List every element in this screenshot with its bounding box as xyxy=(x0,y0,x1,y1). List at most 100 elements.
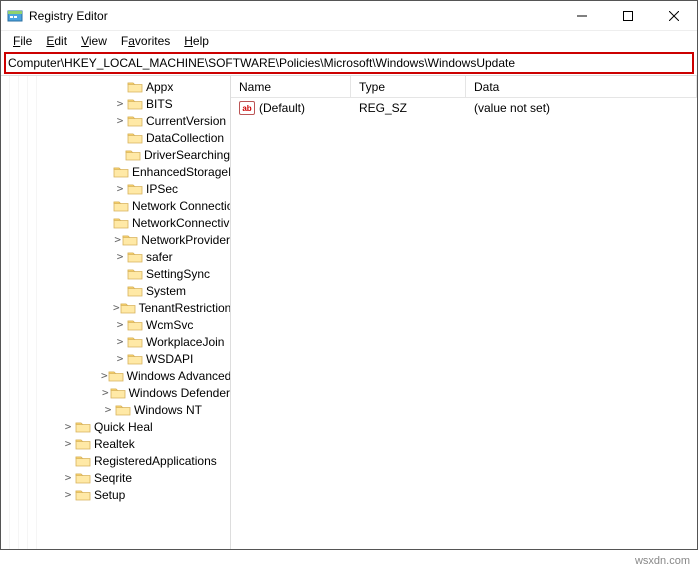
watermark: wsxdn.com xyxy=(635,555,690,567)
column-type[interactable]: Type xyxy=(351,76,466,97)
folder-icon xyxy=(110,386,126,400)
column-name[interactable]: Name xyxy=(231,76,351,97)
expand-icon[interactable]: > xyxy=(61,420,75,433)
tree-item[interactable]: System xyxy=(1,282,230,299)
tree-item-label: TenantRestrictions xyxy=(139,301,231,315)
folder-icon xyxy=(127,267,143,281)
tree-item[interactable]: EnhancedStorageDevices xyxy=(1,163,230,180)
menu-view[interactable]: View xyxy=(75,32,113,50)
expand-icon[interactable]: > xyxy=(101,386,110,399)
window-title: Registry Editor xyxy=(29,9,559,23)
tree-item[interactable]: > WcmSvc xyxy=(1,316,230,333)
tree-item[interactable]: >Quick Heal xyxy=(1,418,230,435)
tree-item[interactable]: >safer xyxy=(1,248,230,265)
tree-item[interactable]: > TenantRestrictions xyxy=(1,299,230,316)
column-data[interactable]: Data xyxy=(466,76,697,97)
tree-item[interactable]: > Realtek xyxy=(1,435,230,452)
expand-icon[interactable]: > xyxy=(113,250,127,263)
close-button[interactable] xyxy=(651,1,697,31)
tree-item-label: Network Connections xyxy=(132,199,231,213)
expand-icon[interactable]: > xyxy=(61,488,75,501)
tree-item[interactable]: >Setup xyxy=(1,486,230,503)
expand-icon[interactable]: > xyxy=(101,403,115,416)
tree-item-label: BITS xyxy=(146,97,173,111)
menu-help[interactable]: Help xyxy=(178,32,215,50)
content-area: Appx > BITS > CurrentVersion DataCollectionDr… xyxy=(1,75,697,549)
tree-item[interactable]: >Windows Defender xyxy=(1,384,230,401)
tree-item[interactable]: Network Connections xyxy=(1,197,230,214)
folder-icon xyxy=(127,97,143,111)
tree-item[interactable]: > Seqrite xyxy=(1,469,230,486)
expand-icon[interactable]: > xyxy=(101,369,108,382)
expand-icon[interactable]: > xyxy=(113,97,127,110)
folder-icon xyxy=(108,369,124,383)
folder-icon xyxy=(127,250,143,264)
tree-item-label: Seqrite xyxy=(94,471,132,485)
expand-icon[interactable]: > xyxy=(61,437,75,450)
expand-icon[interactable]: > xyxy=(113,335,127,348)
tree-item[interactable]: > CurrentVersion xyxy=(1,112,230,129)
maximize-button[interactable] xyxy=(605,1,651,31)
tree-item[interactable]: >IPSec xyxy=(1,180,230,197)
tree-item-label: NetworkProvider xyxy=(141,233,230,247)
titlebar[interactable]: Registry Editor xyxy=(1,1,697,31)
value-data: (value not set) xyxy=(466,101,697,115)
folder-icon xyxy=(127,182,143,196)
address-bar[interactable] xyxy=(5,53,693,73)
expand-icon[interactable]: > xyxy=(113,318,127,331)
list-row[interactable]: ab(Default)REG_SZ(value not set) xyxy=(231,98,697,116)
folder-icon xyxy=(122,233,138,247)
expand-icon[interactable]: > xyxy=(113,352,127,365)
folder-icon xyxy=(125,148,141,162)
menu-favorites[interactable]: Favorites xyxy=(115,32,176,50)
tree-item-label: EnhancedStorageDevices xyxy=(132,165,231,179)
expand-icon[interactable]: > xyxy=(113,233,122,246)
tree-item-label: WorkplaceJoin xyxy=(146,335,224,349)
value-type: REG_SZ xyxy=(351,101,466,115)
folder-icon xyxy=(75,454,91,468)
tree-item[interactable]: DataCollection xyxy=(1,129,230,146)
string-value-icon: ab xyxy=(239,101,255,115)
tree-item[interactable]: > NetworkProvider xyxy=(1,231,230,248)
tree-item[interactable]: >Windows NT xyxy=(1,401,230,418)
address-bar-container xyxy=(1,51,697,75)
tree-item[interactable]: >Windows Advanced Threat Protection xyxy=(1,367,230,384)
expand-icon[interactable]: > xyxy=(113,114,127,127)
folder-icon xyxy=(113,216,129,230)
tree-item[interactable]: RegisteredApplications xyxy=(1,452,230,469)
folder-icon xyxy=(113,165,129,179)
tree-item[interactable]: > WorkplaceJoin xyxy=(1,333,230,350)
folder-icon xyxy=(115,403,131,417)
list-pane[interactable]: Name Type Data ab(Default)REG_SZ(value n… xyxy=(231,76,697,549)
tree-item[interactable]: > WSDAPI xyxy=(1,350,230,367)
folder-icon xyxy=(75,437,91,451)
expand-icon[interactable]: > xyxy=(113,182,127,195)
folder-icon xyxy=(127,318,143,332)
minimize-button[interactable] xyxy=(559,1,605,31)
menu-edit[interactable]: Edit xyxy=(40,32,73,50)
folder-icon xyxy=(75,420,91,434)
tree-item-label: NetworkConnectivityStatusIndicator xyxy=(132,216,231,230)
tree-item-label: WcmSvc xyxy=(146,318,193,332)
tree-item[interactable]: DriverSearching xyxy=(1,146,230,163)
list-header: Name Type Data xyxy=(231,76,697,98)
app-icon xyxy=(7,8,23,24)
tree-item-label: WSDAPI xyxy=(146,352,193,366)
tree-pane[interactable]: Appx > BITS > CurrentVersion DataCollectionDr… xyxy=(1,76,231,549)
menu-file[interactable]: File xyxy=(7,32,38,50)
tree-item[interactable]: Appx xyxy=(1,78,230,95)
folder-icon xyxy=(127,352,143,366)
tree-item[interactable]: SettingSync xyxy=(1,265,230,282)
folder-icon xyxy=(75,488,91,502)
tree-item[interactable]: NetworkConnectivityStatusIndicator xyxy=(1,214,230,231)
expand-icon[interactable]: > xyxy=(113,301,120,314)
tree-item-label: SettingSync xyxy=(146,267,210,281)
tree-item[interactable]: > BITS xyxy=(1,95,230,112)
expand-icon[interactable]: > xyxy=(61,471,75,484)
tree-item-label: Realtek xyxy=(94,437,135,451)
tree-item-label: CurrentVersion xyxy=(146,114,226,128)
folder-icon xyxy=(127,114,143,128)
folder-icon xyxy=(113,199,129,213)
tree-item-label: DataCollection xyxy=(146,131,224,145)
folder-icon xyxy=(127,335,143,349)
